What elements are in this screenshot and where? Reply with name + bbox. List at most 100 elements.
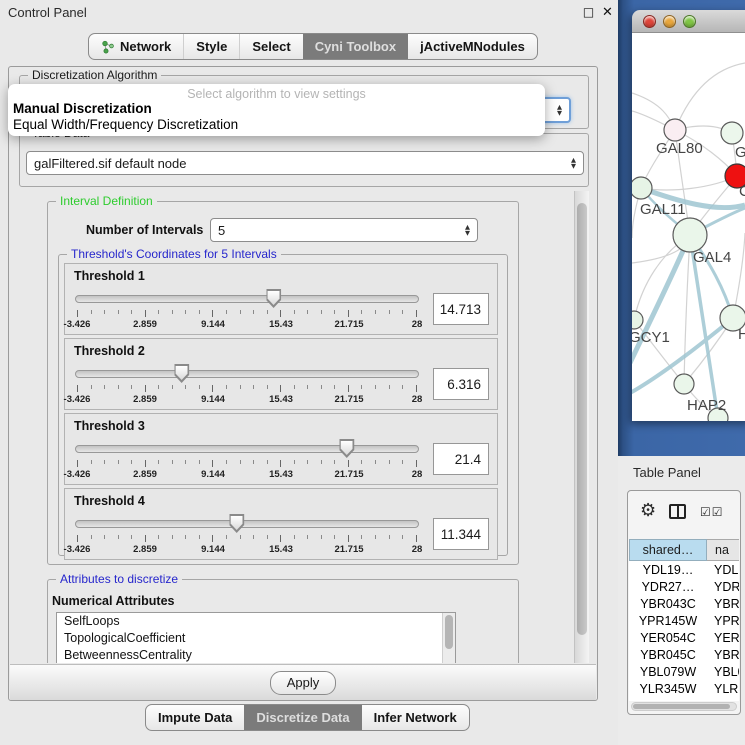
- threshold-2-label: Threshold 2: [74, 344, 145, 358]
- number-of-intervals-spinner[interactable]: 5 ▲ ▼: [210, 218, 478, 242]
- tab-select[interactable]: Select: [239, 34, 302, 59]
- threshold-1-slider[interactable]: -3.4262.8599.14415.4321.71528: [75, 286, 419, 332]
- tab-impute-data[interactable]: Impute Data: [146, 705, 244, 730]
- network-node[interactable]: [632, 311, 643, 329]
- scrollbar-thumb[interactable]: [633, 704, 730, 709]
- cell: YDR2: [707, 580, 739, 594]
- scrollbar-thumb[interactable]: [445, 615, 453, 649]
- table-row[interactable]: YLR345WYLR3: [629, 680, 739, 697]
- node-label: GAL80: [656, 140, 703, 157]
- tab-discretize-data[interactable]: Discretize Data: [244, 705, 361, 730]
- threshold-3-slider[interactable]: -3.4262.8599.14415.4321.71528: [75, 436, 419, 482]
- network-window: GAL80 GA C GAL11 GAL4 GCY1 H HAP2: [632, 10, 745, 421]
- scrollbar-thumb[interactable]: [577, 203, 587, 635]
- list-item[interactable]: BetweennessCentrality: [57, 647, 455, 663]
- threshold-3-value-field[interactable]: 21.4: [433, 443, 489, 475]
- tab-jactivemnodules-label: jActiveMNodules: [420, 39, 525, 54]
- cell: YBR043C: [629, 597, 707, 611]
- cell: YBR045C: [629, 648, 707, 662]
- thresholds-group-title: Threshold's Coordinates for 5 Intervals: [67, 247, 281, 262]
- minimize-traffic-light-icon[interactable]: [663, 15, 676, 28]
- slider-track[interactable]: [75, 445, 419, 453]
- tab-jactivemnodules[interactable]: jActiveMNodules: [408, 34, 537, 59]
- threshold-2-value-field[interactable]: 6.316: [433, 368, 489, 400]
- list-item[interactable]: TopologicalCoefficient: [57, 630, 455, 647]
- threshold-2-panel: Threshold 2 -3.4262.8599.14415.4321.7152…: [64, 338, 498, 410]
- slider-tick-labels: -3.4262.8599.14415.4321.71528: [77, 394, 417, 406]
- apply-button[interactable]: Apply: [270, 671, 337, 695]
- threshold-1-label: Threshold 1: [74, 269, 145, 283]
- network-window-titlebar[interactable]: [632, 10, 745, 33]
- tab-infer-network-label: Infer Network: [374, 710, 457, 725]
- tab-network-label: Network: [120, 39, 171, 54]
- control-panel-titlebar: Control Panel □ ✕: [0, 0, 618, 26]
- column-header-shared-name[interactable]: shared…: [629, 539, 707, 561]
- threshold-3-panel: Threshold 3 -3.4262.8599.14415.4321.7152…: [64, 413, 498, 485]
- split-pane-icon[interactable]: [669, 504, 686, 519]
- table-row[interactable]: YBR045CYBR0: [629, 646, 739, 663]
- column-header-name[interactable]: na: [707, 539, 739, 561]
- cell: YPR1: [707, 614, 739, 628]
- table-row[interactable]: YDL19…YDL1: [629, 561, 739, 578]
- combo-spinner-icon[interactable]: ▲ ▼: [459, 224, 470, 236]
- node-label: HAP2: [687, 397, 726, 414]
- network-canvas[interactable]: GAL80 GA C GAL11 GAL4 GCY1 H HAP2: [632, 33, 745, 421]
- list-item[interactable]: SelfLoops: [57, 613, 455, 630]
- network-node[interactable]: [721, 122, 743, 144]
- table-horizontal-scrollbar[interactable]: [631, 702, 737, 711]
- tab-infer-network[interactable]: Infer Network: [362, 705, 469, 730]
- slider-thumb[interactable]: [339, 439, 354, 458]
- popup-option-equal-width[interactable]: Equal Width/Frequency Discretization: [8, 117, 545, 133]
- cell: YPR145W: [629, 614, 707, 628]
- slider-thumb[interactable]: [266, 289, 281, 308]
- table-row[interactable]: YDR27…YDR2: [629, 578, 739, 595]
- gear-icon[interactable]: ⚙: [640, 500, 656, 521]
- table-row[interactable]: YIL052CYIL0: [629, 697, 739, 701]
- table-toolbar: ⚙ ☑☑: [628, 491, 740, 537]
- table-row[interactable]: YPR145WYPR1: [629, 612, 739, 629]
- attributes-group-title: Attributes to discretize: [56, 572, 182, 587]
- threshold-2-slider[interactable]: -3.4262.8599.14415.4321.71528: [75, 361, 419, 407]
- network-node[interactable]: [674, 374, 694, 394]
- numerical-attributes-label: Numerical Attributes: [52, 594, 174, 608]
- tab-network[interactable]: Network: [89, 34, 183, 59]
- cell: YLR345W: [629, 682, 707, 696]
- zoom-traffic-light-icon[interactable]: [683, 15, 696, 28]
- list-scrollbar[interactable]: [442, 613, 455, 663]
- slider-track[interactable]: [75, 370, 419, 378]
- table-row[interactable]: YER054CYER0: [629, 629, 739, 646]
- table-row[interactable]: YBL079WYBL0: [629, 663, 739, 680]
- close-traffic-light-icon[interactable]: [643, 15, 656, 28]
- checkbox-icons[interactable]: ☑☑: [700, 505, 724, 519]
- table-data-combobox[interactable]: galFiltered.sif default node ▲ ▼: [26, 151, 584, 175]
- popup-option-manual-discretization[interactable]: Manual Discretization: [8, 101, 545, 117]
- cell: YDL1: [707, 563, 739, 577]
- table-row[interactable]: YBR043CYBR0: [629, 595, 739, 612]
- cell: YIL052C: [629, 699, 707, 702]
- close-window-icon[interactable]: ✕: [600, 5, 615, 20]
- tab-style[interactable]: Style: [183, 34, 239, 59]
- tab-select-label: Select: [252, 39, 290, 54]
- threshold-4-slider[interactable]: -3.4262.8599.14415.4321.71528: [75, 511, 419, 557]
- slider-ticks: [77, 385, 417, 393]
- threshold-4-value-field[interactable]: 11.344: [433, 518, 489, 550]
- threshold-4-panel: Threshold 4 -3.4262.8599.14415.4321.7152…: [64, 488, 498, 560]
- float-window-icon[interactable]: □: [581, 5, 596, 20]
- slider-track[interactable]: [75, 520, 419, 528]
- combo-spinner-icon[interactable]: ▲ ▼: [551, 104, 562, 116]
- slider-thumb[interactable]: [174, 364, 189, 383]
- combo-spinner-icon[interactable]: ▲ ▼: [565, 157, 576, 169]
- numerical-attributes-list: SelfLoops TopologicalCoefficient Between…: [56, 612, 456, 663]
- slider-track[interactable]: [75, 295, 419, 303]
- tab-cyni-toolbox[interactable]: Cyni Toolbox: [303, 34, 408, 59]
- network-graph: GAL80 GA C GAL11 GAL4 GCY1 H HAP2: [632, 33, 745, 421]
- threshold-1-value-field[interactable]: 14.713: [433, 293, 489, 325]
- network-node[interactable]: [664, 119, 686, 141]
- settings-scrollbar[interactable]: [574, 191, 589, 663]
- slider-thumb[interactable]: [229, 514, 244, 533]
- interval-definition-group: Interval Definition Number of Intervals …: [47, 201, 519, 565]
- cyni-toolbox-panel: Discretization Algorithm ▲ ▼ Table Data …: [8, 66, 598, 701]
- network-node[interactable]: [632, 177, 652, 199]
- network-node[interactable]: [673, 218, 707, 252]
- spinner-down-icon: ▼: [557, 110, 562, 116]
